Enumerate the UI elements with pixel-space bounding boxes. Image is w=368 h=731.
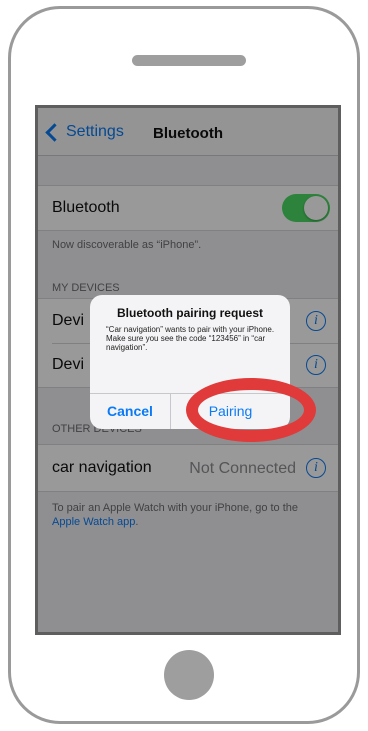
highlight-ring [186,378,316,442]
phone-screen: Settings Bluetooth Bluetooth Now discove… [35,105,341,635]
cancel-button[interactable]: Cancel [90,393,170,429]
home-button[interactable] [164,650,214,700]
speaker-grille [132,55,246,66]
alert-message-line-1: “Car navigation” wants to pair with your… [106,325,275,334]
alert-message: “Car navigation” wants to pair with your… [106,325,282,352]
alert-message-line-2: Make sure you see the code “123456” in “… [106,334,266,352]
alert-title: Bluetooth pairing request [116,306,263,320]
